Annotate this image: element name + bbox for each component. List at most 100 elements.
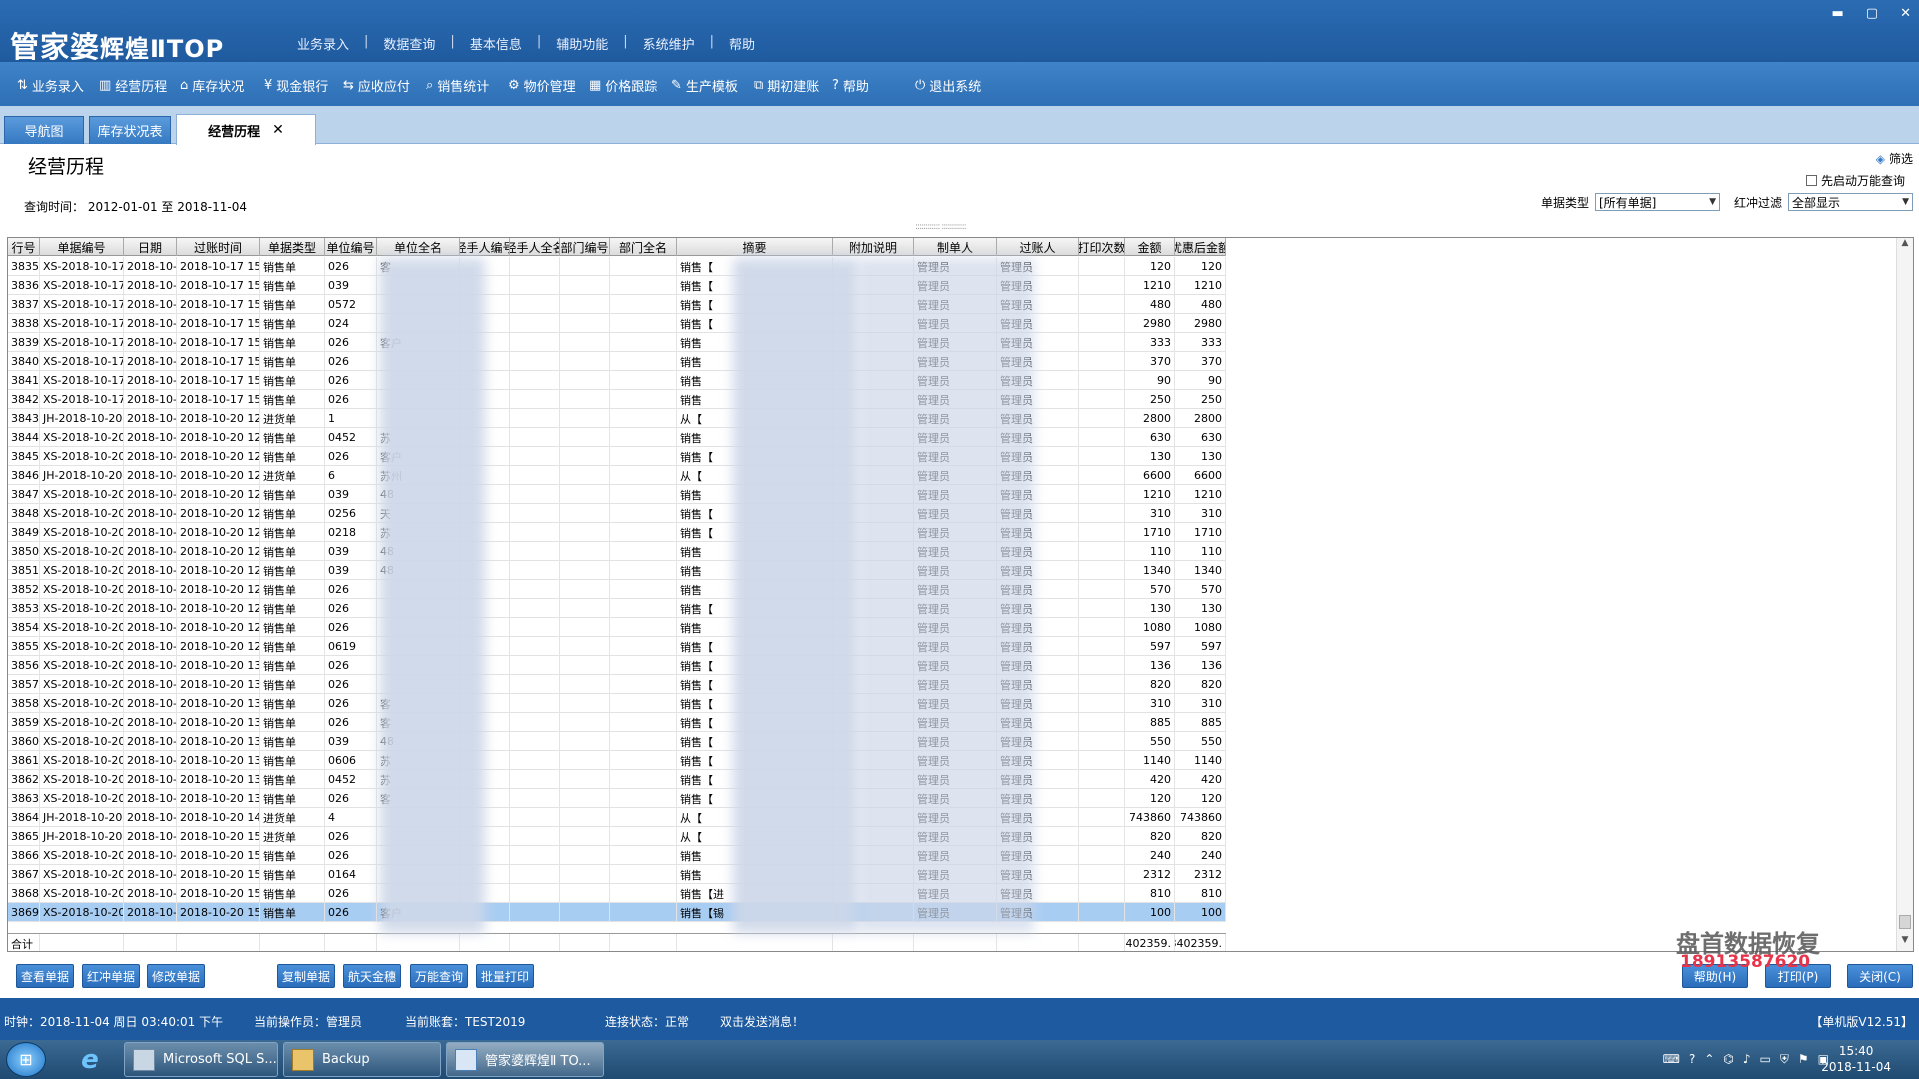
column-header[interactable]: 部门全名 — [610, 238, 677, 256]
edit-document-button[interactable]: 修改单据 — [147, 964, 205, 988]
column-header[interactable]: 摘要 — [677, 238, 833, 256]
column-header[interactable]: 过账人 — [997, 238, 1079, 256]
table-row[interactable]: 3851XS-2018-10-20-412018-10-202018-10-20… — [8, 561, 1226, 580]
table-row[interactable]: 3863XS-2018-10-20-412018-10-202018-10-20… — [8, 789, 1226, 808]
column-header[interactable]: 部门编号 — [560, 238, 610, 256]
shield-icon[interactable]: ⛨ — [1780, 1052, 1789, 1067]
table-row[interactable]: 3843JH-2018-10-20-452018-10-202018-10-20… — [8, 409, 1226, 428]
toolbar-receivable-payable-button[interactable]: ⇆ 应收应付 — [343, 76, 410, 95]
table-row[interactable]: 3855XS-2018-10-20-412018-10-202018-10-20… — [8, 637, 1226, 656]
table-row[interactable]: 3845XS-2018-10-20-412018-10-202018-10-20… — [8, 447, 1226, 466]
universal-query-button[interactable]: 万能查询 — [410, 964, 468, 988]
table-row[interactable]: 3858XS-2018-10-20-412018-10-202018-10-20… — [8, 694, 1226, 713]
close-tab-icon[interactable]: ✕ — [272, 122, 284, 138]
taskbar-item-backup[interactable]: Backup — [283, 1042, 441, 1077]
volume-icon[interactable]: ♪ — [1743, 1052, 1751, 1067]
aerospace-tax-button[interactable]: 航天金穗 — [343, 964, 401, 988]
monitor-icon[interactable]: ▭ — [1760, 1052, 1771, 1067]
taskbar-item-gjp[interactable]: 管家婆辉煌Ⅱ TO... — [446, 1042, 604, 1077]
column-header[interactable]: 过账时间 — [177, 238, 260, 256]
start-button[interactable]: ⊞ — [6, 1042, 46, 1077]
menu-item[interactable]: 数据查询 — [368, 34, 450, 53]
close-button[interactable]: 关闭(C) — [1847, 964, 1913, 988]
table-row[interactable]: 3865JH-2018-10-20-452018-10-202018-10-20… — [8, 827, 1226, 846]
scroll-up-icon[interactable]: ▲ — [1897, 238, 1913, 254]
table-row[interactable]: 3854XS-2018-10-20-412018-10-202018-10-20… — [8, 618, 1226, 637]
arrow-up-icon[interactable]: ⌃ — [1704, 1052, 1714, 1067]
maximize-icon[interactable]: ▢ — [1866, 6, 1878, 21]
column-header[interactable]: 经手人全名 — [510, 238, 560, 256]
toolbar-price-track-button[interactable]: ▦ 价格跟踪 — [589, 76, 657, 95]
help-icon[interactable]: ? — [1689, 1052, 1695, 1067]
toolbar-exit-system-button[interactable]: ⏻ 退出系统 — [915, 76, 981, 95]
table-row[interactable]: 3861XS-2018-10-20-412018-10-202018-10-20… — [8, 751, 1226, 770]
toolbar-sales-stats-button[interactable]: ⌕ 销售统计 — [426, 76, 489, 95]
flag-icon[interactable]: ⚑ — [1798, 1052, 1809, 1067]
filter-link[interactable]: ◈ 筛选 — [1876, 150, 1913, 167]
network-icon[interactable]: ⌬ — [1723, 1052, 1733, 1067]
taskbar-item-sql[interactable]: Microsoft SQL S... — [124, 1042, 278, 1077]
minimize-icon[interactable]: ▬ — [1832, 6, 1844, 21]
red-reverse-button[interactable]: 红冲单据 — [82, 964, 140, 988]
column-header[interactable]: 日期 — [124, 238, 177, 256]
toolbar-business-history-button[interactable]: ▥ 经营历程 — [99, 76, 167, 95]
table-row[interactable]: 3838XS-2018-10-17-412018-10-172018-10-17… — [8, 314, 1226, 333]
close-window-icon[interactable]: ✕ — [1900, 6, 1911, 21]
vertical-scrollbar[interactable]: ▲ ▼ — [1896, 238, 1913, 951]
toolbar-inventory-button[interactable]: ⌂ 库存状况 — [180, 76, 244, 95]
table-row[interactable]: 3844XS-2018-10-20-412018-10-202018-10-20… — [8, 428, 1226, 447]
doc-type-select[interactable]: [所有单据] ▼ — [1594, 193, 1720, 211]
table-row[interactable]: 3869XS-2018-10-20-412018-10-202018-10-20… — [8, 903, 1226, 922]
table-row[interactable]: 3852XS-2018-10-20-412018-10-202018-10-20… — [8, 580, 1226, 599]
table-row[interactable]: 3850XS-2018-10-20-412018-10-202018-10-20… — [8, 542, 1226, 561]
toolbar-initial-setup-button[interactable]: ⧉ 期初建账 — [754, 76, 819, 95]
table-row[interactable]: 3866XS-2018-10-20-412018-10-202018-10-20… — [8, 846, 1226, 865]
column-header[interactable]: 经手人编号 — [460, 238, 510, 256]
menu-item[interactable]: 帮助 — [714, 34, 770, 53]
table-row[interactable]: 3835XS-2018-10-17-412018-10-172018-10-17… — [8, 257, 1226, 276]
red-filter-select[interactable]: 全部显示 ▼ — [1788, 193, 1913, 211]
column-header[interactable]: 打印次数 — [1079, 238, 1125, 256]
toolbar-cash-bank-button[interactable]: ¥ 现金银行 — [264, 76, 328, 95]
keyboard-icon[interactable]: ⌨ — [1663, 1052, 1680, 1067]
checkbox-icon[interactable] — [1805, 175, 1817, 186]
column-header[interactable]: 制单人 — [914, 238, 997, 256]
table-row[interactable]: 3842XS-2018-10-17-412018-10-172018-10-17… — [8, 390, 1226, 409]
table-row[interactable]: 3840XS-2018-10-17-412018-10-172018-10-17… — [8, 352, 1226, 371]
batch-print-button[interactable]: 批量打印 — [476, 964, 534, 988]
tab-inventory-status[interactable]: 库存状况表 — [89, 116, 171, 144]
table-row[interactable]: 3839XS-2018-10-17-412018-10-172018-10-17… — [8, 333, 1226, 352]
tray-clock[interactable]: 15:40 2018-11-04 — [1821, 1043, 1891, 1075]
copy-document-button[interactable]: 复制单据 — [277, 964, 335, 988]
toolbar-price-manage-button[interactable]: ⚙ 物价管理 — [508, 76, 576, 95]
menu-item[interactable]: 业务录入 — [282, 34, 364, 53]
scroll-down-icon[interactable]: ▼ — [1897, 935, 1913, 951]
toolbar-business-entry-button[interactable]: ⇅ 业务录入 — [17, 76, 84, 95]
table-row[interactable]: 3868XS-2018-10-20-412018-10-202018-10-20… — [8, 884, 1226, 903]
column-header[interactable]: 附加说明 — [833, 238, 914, 256]
column-header[interactable]: 单位全名 — [377, 238, 460, 256]
column-header[interactable]: 单位编号 — [325, 238, 377, 256]
tab-navigation[interactable]: 导航图 — [4, 116, 84, 144]
column-header[interactable]: 行号 — [8, 238, 40, 256]
scroll-thumb[interactable] — [1899, 915, 1911, 929]
view-document-button[interactable]: 查看单据 — [16, 964, 74, 988]
table-row[interactable]: 3857XS-2018-10-20-412018-10-202018-10-20… — [8, 675, 1226, 694]
table-row[interactable]: 3867XS-2018-10-20-412018-10-202018-10-20… — [8, 865, 1226, 884]
menu-item[interactable]: 系统维护 — [628, 34, 710, 53]
column-header[interactable]: 单据类型 — [260, 238, 325, 256]
splitter-grip[interactable]: :::::::::::: :::::::::::: — [915, 222, 967, 232]
table-row[interactable]: 3848XS-2018-10-20-412018-10-202018-10-20… — [8, 504, 1226, 523]
toolbar-production-template-button[interactable]: ✎ 生产模板 — [671, 76, 738, 95]
table-row[interactable]: 3836XS-2018-10-17-412018-10-172018-10-17… — [8, 276, 1226, 295]
table-row[interactable]: 3862XS-2018-10-20-412018-10-202018-10-20… — [8, 770, 1226, 789]
column-header[interactable]: 优惠后金额 — [1175, 238, 1226, 256]
auto-query-checkbox[interactable]: 先启动万能查询 — [1805, 172, 1905, 189]
toolbar-help-button[interactable]: ? 帮助 — [832, 76, 869, 95]
tab-business-history[interactable]: 经营历程 ✕ — [176, 114, 316, 145]
column-header[interactable]: 单据编号 — [40, 238, 124, 256]
table-row[interactable]: 3853XS-2018-10-20-412018-10-202018-10-20… — [8, 599, 1226, 618]
table-row[interactable]: 3847XS-2018-10-20-412018-10-202018-10-20… — [8, 485, 1226, 504]
table-row[interactable]: 3841XS-2018-10-17-412018-10-172018-10-17… — [8, 371, 1226, 390]
menu-item[interactable]: 辅助功能 — [541, 34, 623, 53]
